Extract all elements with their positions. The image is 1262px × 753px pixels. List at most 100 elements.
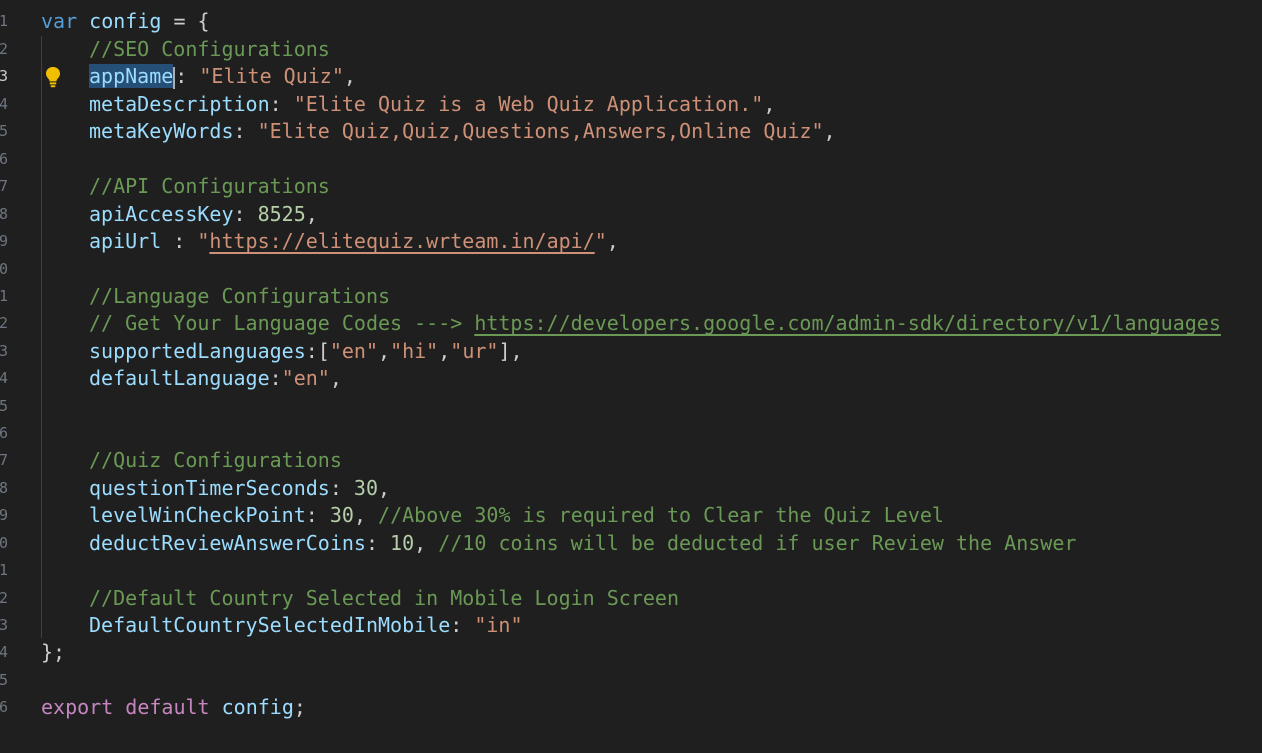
punctuation: : [305,503,330,527]
line-number: 3 [0,616,8,634]
number-value: 8525 [257,202,306,226]
number-value: 30 [353,476,379,500]
line-number: 6 [0,424,8,442]
comment: //Above 30% is required to Clear the Qui… [378,503,944,527]
line-number: 5 [0,122,8,140]
punctuation: : [365,531,391,555]
line-number: 2 [0,40,8,58]
property-name: metaKeyWords [89,119,234,143]
punctuation: :[ [305,339,330,363]
line-number: 3 [0,67,8,85]
line-number: 9 [0,506,8,524]
code-line: defaultLanguage:"en", [89,365,342,392]
line-number: 2 [0,314,8,332]
line-number-gutter: 1 2 3 4 5 6 7 8 9 0 1 2 3 4 5 6 7 8 9 0 … [0,0,12,753]
line-number: 8 [0,479,8,497]
keyword-default: default [125,695,210,719]
punctuation: : [161,229,198,253]
line-number: 3 [0,342,8,360]
comment: //API Configurations [89,174,330,198]
punctuation: ; [293,695,306,719]
code-line: //Default Country Selected in Mobile Log… [89,585,679,612]
code-line: export default config; [41,694,306,721]
code-line: //SEO Configurations [89,36,330,63]
line-number: 6 [0,698,8,716]
property-name: questionTimerSeconds [89,476,330,500]
punctuation: : [269,366,282,390]
keyword-export: export [41,695,114,719]
code-line: apiUrl : "https://elitequiz.wrteam.in/ap… [89,228,619,255]
code-line: }; [41,639,65,666]
line-number: 0 [0,260,8,278]
property-name: apiUrl [89,229,162,253]
property-name: apiAccessKey [89,202,234,226]
code-line: metaKeyWords: "Elite Quiz,Quiz,Questions… [89,118,836,145]
punctuation: , [378,339,391,363]
line-number: 7 [0,177,8,195]
line-number: 7 [0,451,8,469]
comment: //Language Configurations [89,284,391,308]
punctuation: , [353,503,379,527]
code-line: apiAccessKey: 8525, [89,201,318,228]
punctuation: , [823,119,836,143]
api-url-link[interactable]: https://elitequiz.wrteam.in/api/ [209,229,594,253]
line-number: 5 [0,671,8,689]
code-line: levelWinCheckPoint: 30, //Above 30% is r… [89,502,944,529]
code-line: DefaultCountrySelectedInMobile: "in" [89,612,523,639]
string-value: "Elite Quiz" [199,64,344,88]
keyword-var: var [41,9,78,33]
property-name: metaDescription [89,92,270,116]
punctuation: : [329,476,354,500]
code-line: var config = { [41,8,210,35]
line-number: 4 [0,643,8,661]
punctuation: , [343,64,356,88]
line-number: 4 [0,95,8,113]
string-quote: " [197,229,210,253]
code-line: // Get Your Language Codes ---> https://… [89,310,1221,337]
string-value: "en" [329,339,379,363]
comment: //10 coins will be deducted if user Revi… [438,531,1077,555]
punctuation: , [414,531,439,555]
string-value: "en" [281,366,330,390]
punctuation: , [378,476,391,500]
punctuation: ], [498,339,523,363]
comment: //SEO Configurations [89,37,330,61]
punctuation: : [175,64,200,88]
punctuation: : [233,119,258,143]
string-quote: " [594,229,607,253]
property-name: levelWinCheckPoint [89,503,306,527]
code-line: metaDescription: "Elite Quiz is a Web Qu… [89,91,775,118]
property-name: supportedLanguages [89,339,306,363]
punctuation: : [450,613,475,637]
punctuation: : [233,202,258,226]
string-value: "hi" [390,339,439,363]
code-area[interactable]: var config = { //SEO Configurations appN… [41,0,1262,753]
code-line: //Quiz Configurations [89,447,342,474]
number-value: 30 [329,503,354,527]
string-value: "Elite Quiz is a Web Quiz Application." [293,92,764,116]
line-number: 1 [0,561,8,579]
variable-name: config [89,9,162,33]
comment: //Default Country Selected in Mobile Log… [89,586,680,610]
line-number: 5 [0,397,8,415]
line-number: 0 [0,534,8,552]
selected-property-name[interactable]: appName [89,64,174,88]
string-value: "Elite Quiz,Quiz,Questions,Answers,Onlin… [257,119,824,143]
property-name: defaultLanguage [89,366,270,390]
line-number: 2 [0,589,8,607]
line-number: 1 [0,12,8,30]
line-number: 4 [0,369,8,387]
punctuation: : [269,92,294,116]
punctuation: , [329,366,342,390]
code-line: supportedLanguages:["en","hi","ur"], [89,338,523,365]
code-editor[interactable]: 1 2 3 4 5 6 7 8 9 0 1 2 3 4 5 6 7 8 9 0 … [0,0,1262,753]
line-number: 6 [0,150,8,168]
closing-brace: }; [41,640,66,664]
language-codes-link[interactable]: https://developers.google.com/admin-sdk/… [474,311,1221,335]
code-line: deductReviewAnswerCoins: 10, //10 coins … [89,530,1076,557]
variable-name: config [221,695,294,719]
string-value: "in" [474,613,523,637]
string-value: "ur" [450,339,499,363]
punctuation: , [305,202,318,226]
property-name: DefaultCountrySelectedInMobile [89,613,451,637]
